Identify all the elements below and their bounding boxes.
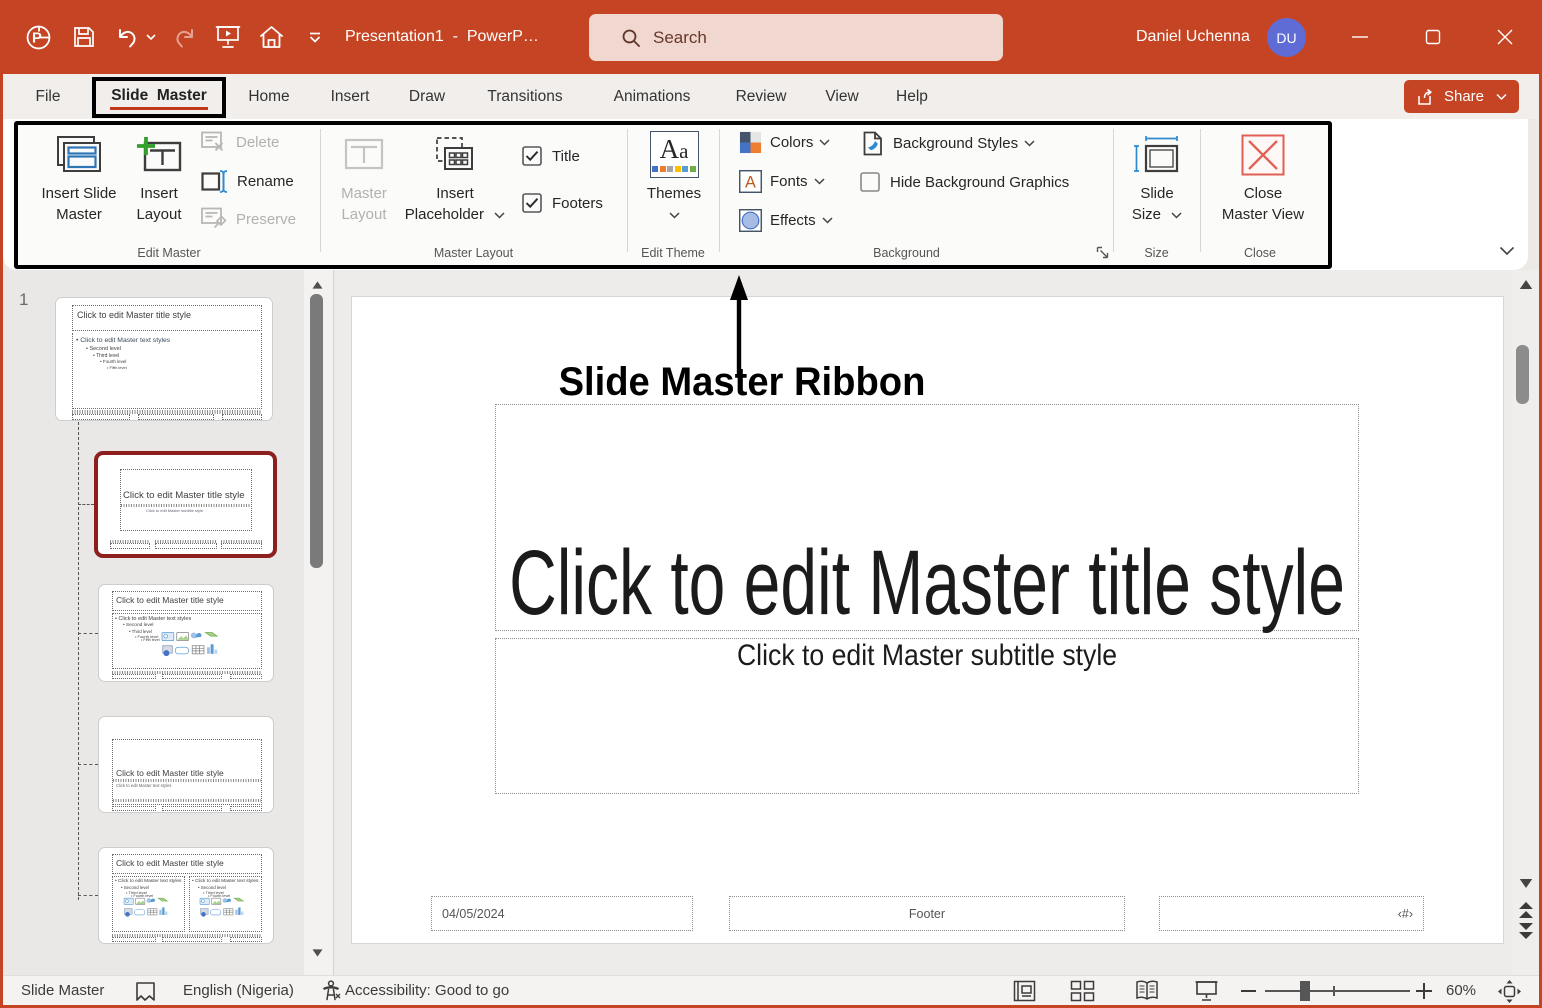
svg-text:A: A xyxy=(745,173,756,191)
